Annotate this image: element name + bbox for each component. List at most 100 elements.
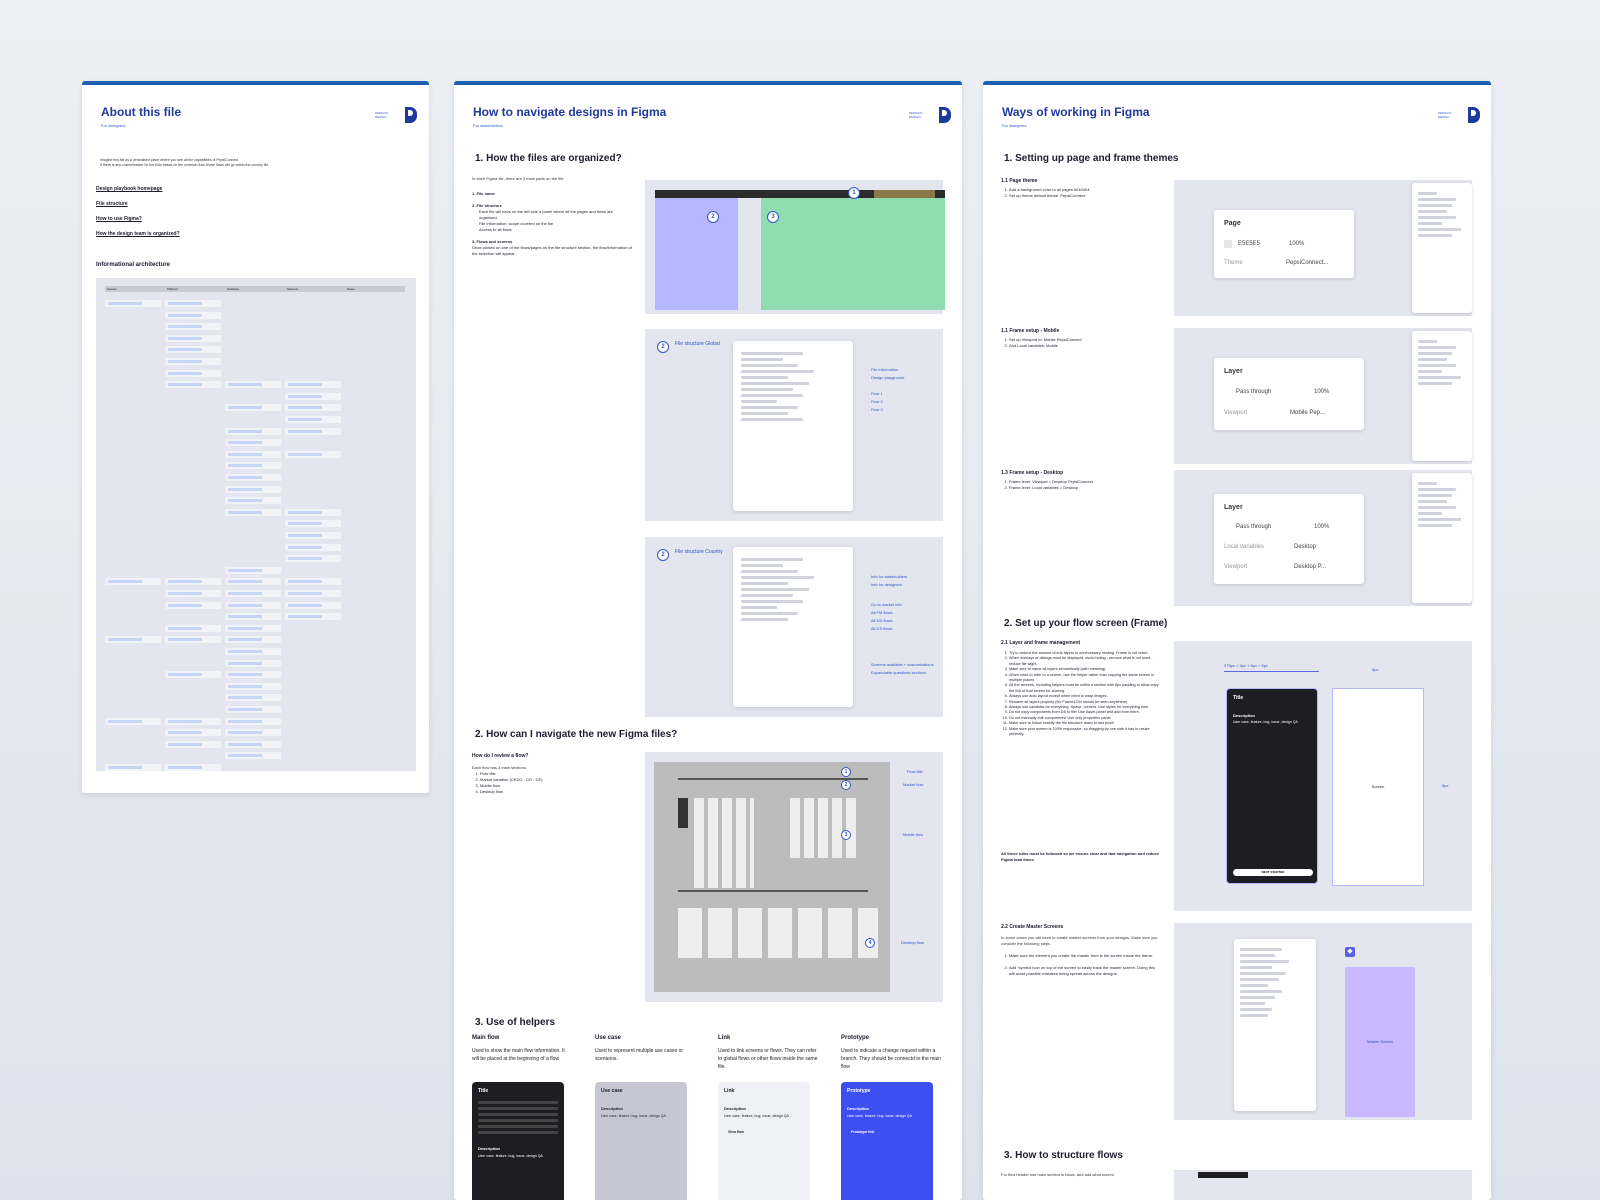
frame-mobile-image: Layer Pass through 100% Viewport Mobile …: [1174, 328, 1472, 464]
ia-cell: [165, 369, 221, 377]
layer-settings-card: Layer Pass through 100% Viewport Mobile …: [1214, 358, 1364, 430]
ia-col-header: Screens: [287, 287, 299, 291]
next-started-button[interactable]: NEXT STARTED: [1233, 869, 1313, 876]
ia-cell: [285, 613, 341, 621]
link-how-to-use-figma[interactable]: How to use Figma?: [96, 216, 142, 222]
brand-logo: PEPSICO DESIGN: [1438, 107, 1480, 123]
ia-cell: [165, 601, 221, 609]
ia-cell: [165, 578, 221, 586]
ia-cell: [225, 427, 281, 435]
ia-cell: [285, 416, 341, 423]
ia-cell: [225, 740, 281, 748]
frame-desktop-image: Layer Pass through 100% Local variables …: [1174, 470, 1472, 606]
screen-label: Master Screen: [1366, 1039, 1393, 1044]
panel-subtitle: For designers: [101, 123, 126, 128]
steps-list: Add a background color to all pages #040…: [1009, 187, 1090, 199]
opacity-value[interactable]: 100%: [1314, 524, 1329, 530]
file-structure-label: File structure Global: [675, 341, 720, 347]
ia-cell: [285, 532, 341, 539]
flow-review-image: 1 2 3 4 Flow title Market flow Mobile fl…: [645, 752, 943, 1002]
callout-4: 4: [865, 938, 875, 948]
card-link[interactable]: Prototype link: [851, 1130, 874, 1134]
callout-2: 2: [657, 549, 669, 561]
ia-cell: [225, 682, 281, 690]
link-file-structure[interactable]: File structure: [96, 201, 128, 207]
rules-footer: All these rules must be followed so we e…: [1001, 851, 1160, 862]
link-design-team[interactable]: How the design team is organized?: [96, 231, 180, 237]
ia-col-header: Notes: [347, 287, 355, 291]
ia-cell: [165, 636, 221, 644]
color-hex[interactable]: E5E5E5: [1238, 241, 1260, 247]
design-panel-mock: [1412, 473, 1472, 603]
use-case-card: Use case Description User case, feature,…: [595, 1082, 687, 1200]
dimension-label: 375px = 3px + 8px + 8px: [1224, 663, 1268, 668]
ia-cell: [225, 601, 281, 609]
callout-2: 2: [841, 780, 851, 790]
annotation-label: Design playground: [871, 375, 905, 380]
helper-desc: Used to indicate a change request within…: [841, 1048, 941, 1070]
helper-desc: Used to show the main flow information. …: [472, 1048, 565, 1062]
link-design-playbook[interactable]: Design playbook homepage: [96, 186, 162, 192]
ia-col-header: Subflows: [227, 287, 240, 291]
files-organized-list: 1. File name 2. File structure Each file…: [472, 191, 632, 257]
section-heading-navigate: 2. How can I navigate the new Figma file…: [475, 729, 678, 740]
panel-title: About this file: [101, 105, 181, 119]
card-title: Title: [478, 1088, 489, 1094]
list-item: Set up theme default theme: PepsiConnect: [1009, 193, 1090, 199]
subheading: 2.1 Layer and frame management: [1001, 640, 1081, 646]
screen-label: Screen: [1371, 784, 1385, 789]
ia-cell: [165, 381, 221, 389]
card-title: Title: [1233, 695, 1244, 701]
panel-subtitle: For stakeholders: [473, 123, 503, 128]
list-item: When need to refer to a screen, use the …: [1009, 673, 1163, 684]
annotation-label: Info for designers: [871, 582, 902, 587]
blend-mode[interactable]: Pass through: [1236, 524, 1271, 530]
figma-canvas: [761, 198, 945, 310]
theme-value[interactable]: PepsiConnect...: [1286, 260, 1328, 266]
card-link[interactable]: View flow: [728, 1130, 744, 1134]
local-variables-value[interactable]: Desktop: [1294, 544, 1316, 550]
ia-cell: [165, 624, 221, 632]
annotation-label: All DD flows: [871, 618, 893, 623]
color-swatch: [1224, 240, 1232, 248]
brand-logo: PEPSICO DESIGN: [375, 107, 417, 123]
design-panel-mock: [1412, 331, 1472, 461]
structure-flows-image: [1174, 1170, 1472, 1200]
blend-mode[interactable]: Pass through: [1236, 389, 1271, 395]
card-desc: User case, feature, bug, issue, design Q…: [847, 1114, 912, 1118]
layer-settings-card: Layer Pass through 100% Local variables …: [1214, 494, 1364, 584]
ia-cell: [225, 624, 281, 632]
helper-title: Link: [718, 1035, 731, 1041]
ia-cell: [225, 381, 281, 389]
ia-cell: [225, 578, 281, 586]
panel-title: How to navigate designs in Figma: [473, 105, 667, 119]
layers-panel-mock: [1234, 939, 1316, 1111]
steps-list: Frame level: Viewport = Desktop PepsiCon…: [1009, 479, 1093, 491]
list-item-text: Each file will have on the left side a p…: [479, 209, 613, 220]
card-desc: User case, feature, bug, issue, design Q…: [478, 1154, 543, 1158]
ia-cell: [225, 636, 281, 644]
viewport-label: Viewport: [1224, 410, 1248, 416]
viewport-value[interactable]: Mobile Pep...: [1290, 410, 1325, 416]
ia-col-header: Platform: [167, 287, 179, 291]
panel-subtitle: For designers: [1002, 123, 1027, 128]
opacity-value[interactable]: 100%: [1314, 389, 1329, 395]
ia-cell: [225, 439, 281, 447]
annotation-label: Flow title: [907, 769, 923, 774]
list-item: Make sure the element you create the mas…: [1009, 953, 1161, 959]
dimension-line: [1224, 671, 1319, 672]
ia-cell: [225, 566, 281, 574]
master-intro: In some cases you will need to create ma…: [1001, 935, 1158, 946]
subheading-review-flow: How do I review a flow?: [472, 753, 529, 759]
ia-cell: [225, 613, 281, 621]
callout-3: 3: [767, 211, 779, 223]
ia-cell: [165, 346, 221, 354]
list-item: And Local variables: Mobile: [1009, 343, 1082, 349]
annotation-label: Screens available + customizations: [871, 662, 934, 667]
opacity-value[interactable]: 100%: [1289, 241, 1304, 247]
file-structure-label: File structure Country: [675, 549, 723, 555]
padding-label: 8px: [1372, 667, 1379, 672]
subheading: 1.1 Page theme: [1001, 178, 1038, 184]
viewport-value[interactable]: Desktop P...: [1294, 564, 1326, 570]
panel-title: Ways of working in Figma: [1002, 105, 1150, 119]
